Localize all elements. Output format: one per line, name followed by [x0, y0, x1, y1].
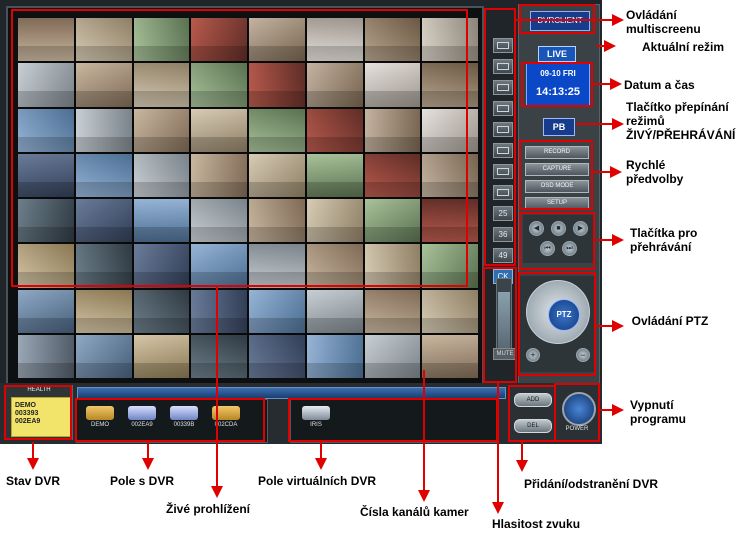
label-dvr-field: Pole s DVR [110, 474, 175, 488]
label-camera-channels: Čísla kanálů kamer [360, 505, 469, 519]
label-datetime: Datum a čas [624, 78, 695, 92]
label-live-pb-toggle: Tlačítko přepínání režimů ŽIVÝ/PŘEHRÁVÁN… [626, 100, 736, 142]
label-multiscreen: Ovládání multiscreenu [626, 8, 701, 36]
label-volume: Hlasitost zvuku [492, 517, 581, 531]
label-exit-program: Vypnutí programu [630, 398, 687, 426]
label-dvr-status: Stav DVR [6, 474, 61, 488]
label-live-view: Živé prohlížení [166, 502, 251, 516]
label-playback-buttons: Tlačítka pro přehrávání [630, 226, 698, 254]
label-ptz-control: Ovládání PTZ [631, 314, 709, 328]
label-quick-presets: Rychlé předvolby [626, 158, 684, 186]
label-current-mode: Aktuální režim [642, 40, 725, 54]
label-virtual-dvr-field: Pole virtuálních DVR [258, 474, 377, 488]
label-add-remove-dvr: Přidání/odstranění DVR [524, 477, 659, 491]
